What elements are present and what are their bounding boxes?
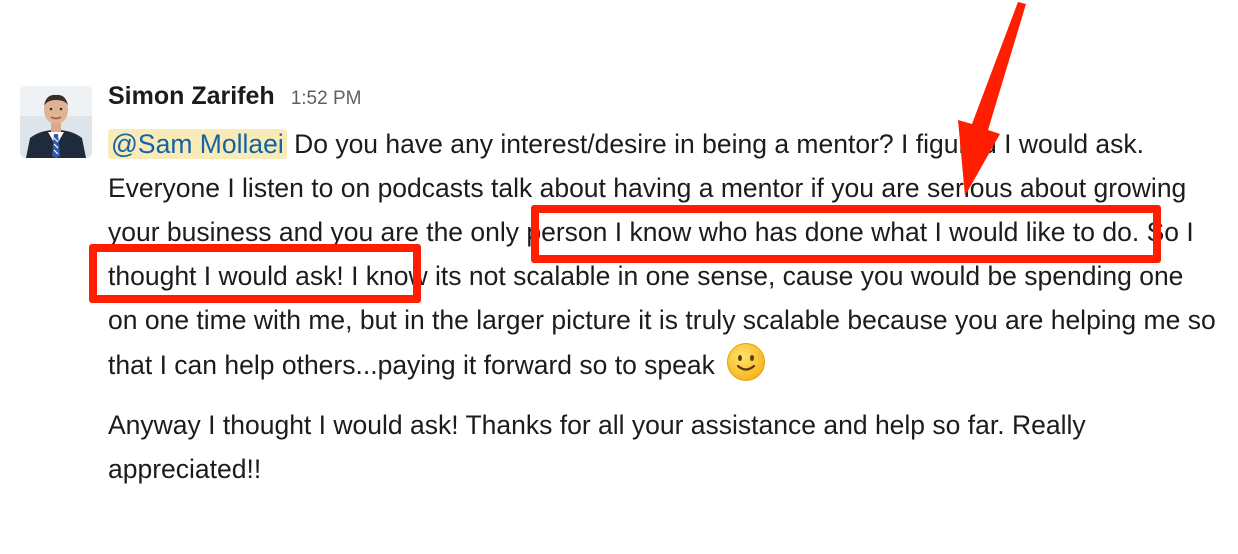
text-highlighted: you are the only person I know who has d… [330,217,1132,247]
message-body: Simon Zarifeh 1:52 PM @Sam Mollaei Do yo… [108,82,1218,491]
message-timestamp[interactable]: 1:52 PM [291,88,362,110]
slightly-smiling-face-icon [727,343,766,381]
message-paragraph-1: @Sam Mollaei Do you have any interest/de… [108,122,1218,387]
chat-message: Simon Zarifeh 1:52 PM @Sam Mollaei Do yo… [0,0,1238,554]
mention-gap [287,129,294,159]
avatar-image [20,86,92,158]
sender-name[interactable]: Simon Zarifeh [108,82,275,111]
message-paragraph-2: Anyway I thought I would ask! Thanks for… [108,410,1086,484]
message-header: Simon Zarifeh 1:52 PM [108,82,1218,122]
user-mention[interactable]: @Sam Mollaei [108,129,287,159]
avatar[interactable] [20,86,92,158]
